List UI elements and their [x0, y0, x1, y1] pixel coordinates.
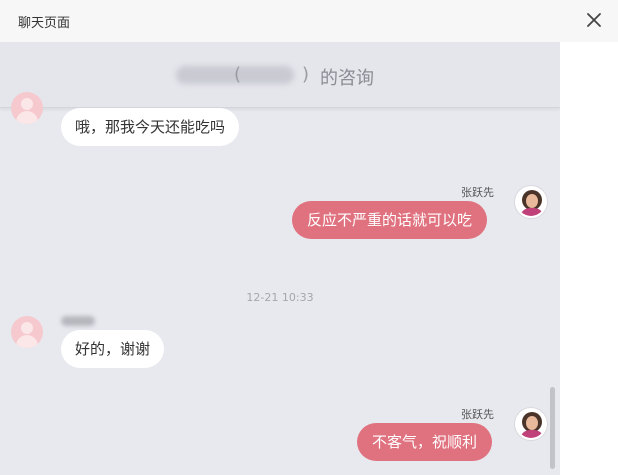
avatar-coat	[520, 430, 544, 438]
header-consult-label: 的咨询	[320, 68, 374, 89]
close-icon[interactable]	[584, 10, 604, 30]
avatar-face	[526, 416, 538, 430]
avatar-coat	[520, 208, 544, 216]
avatar-body	[16, 335, 38, 348]
message-bubble-incoming[interactable]: 好的，谢谢	[61, 330, 165, 368]
chat-scrollbar[interactable]	[550, 387, 555, 469]
header-paren-open: (	[234, 64, 242, 85]
window-title: 聊天页面	[18, 16, 71, 31]
chat-header: ( ) 的咨询	[0, 42, 560, 108]
header-paren-close: )	[302, 64, 310, 85]
message-bubble-incoming[interactable]: 哦，那我今天还能吃吗	[61, 108, 240, 146]
avatar-head	[21, 322, 33, 334]
patient-avatar[interactable]	[11, 316, 43, 348]
message-timestamp: 12-21 10:33	[246, 291, 314, 304]
title-bar: 聊天页面	[0, 0, 618, 42]
avatar-body	[16, 111, 38, 124]
sender-name: 张跃先	[461, 186, 494, 199]
chat-panel[interactable]: ( ) 的咨询 哦，那我今天还能吃吗 张跃先 反应不严重的话就可以吃 12-21…	[0, 42, 560, 475]
patient-avatar[interactable]	[11, 92, 43, 124]
avatar-head	[21, 98, 33, 110]
avatar-face	[526, 194, 538, 208]
message-bubble-outgoing[interactable]: 反应不严重的话就可以吃	[292, 201, 488, 239]
doctor-avatar[interactable]	[515, 408, 547, 440]
doctor-avatar[interactable]	[515, 186, 547, 218]
sender-name: 张跃先	[461, 408, 494, 421]
sender-name-redacted	[61, 316, 95, 326]
right-gutter	[560, 42, 618, 475]
message-bubble-outgoing[interactable]: 不客气，祝顺利	[357, 423, 493, 461]
